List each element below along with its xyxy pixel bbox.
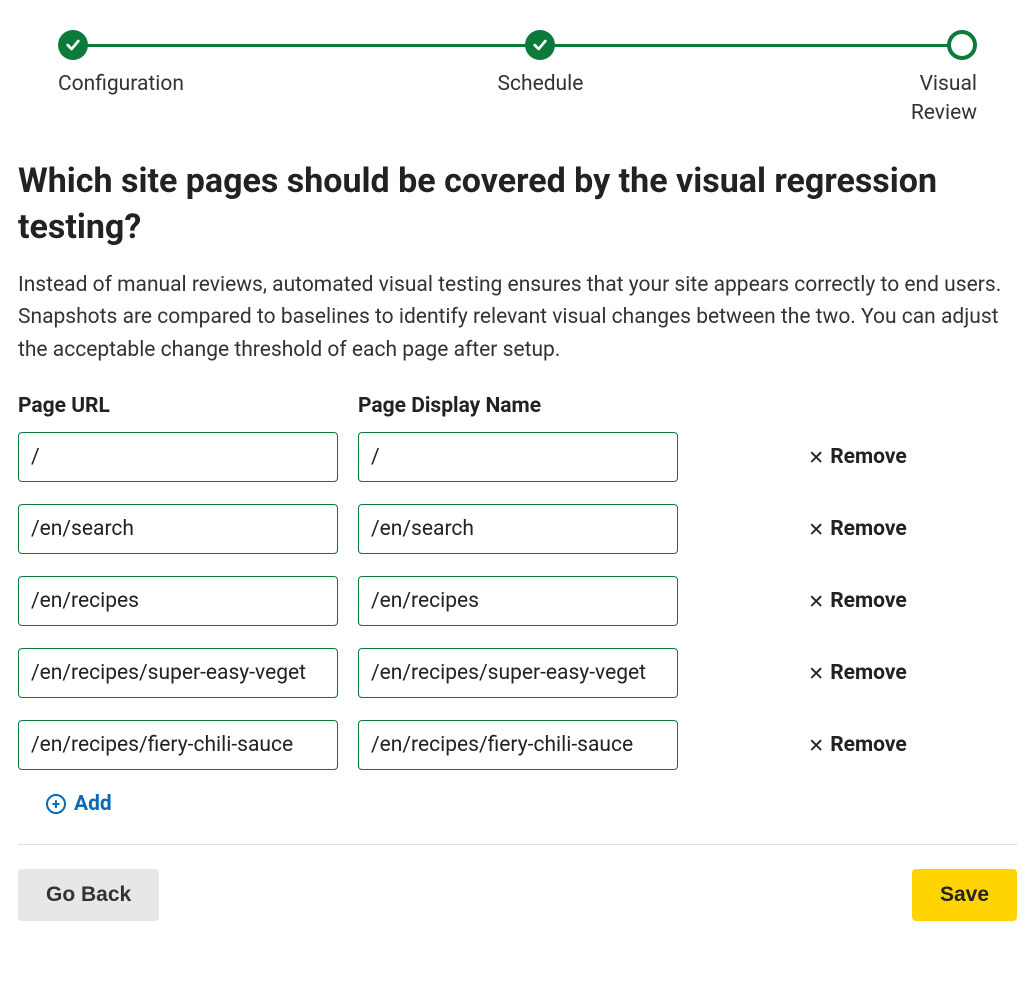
page-name-input[interactable] (358, 648, 678, 698)
page-url-input[interactable] (18, 432, 338, 482)
col-header-url: Page URL (18, 394, 338, 418)
page-url-input[interactable] (18, 648, 338, 698)
page-name-input[interactable] (358, 504, 678, 554)
add-row-container: + Add (46, 792, 1017, 816)
step-schedule: Schedule (498, 30, 584, 129)
plus-icon: + (46, 794, 66, 814)
divider (18, 844, 1017, 845)
page-name-input[interactable] (358, 576, 678, 626)
close-icon: ✕ (808, 664, 824, 683)
remove-label: Remove (830, 733, 907, 757)
remove-label: Remove (830, 661, 907, 685)
step-label: Configuration (58, 70, 184, 99)
remove-label: Remove (830, 589, 907, 613)
check-icon (525, 30, 555, 60)
page-url-input[interactable] (18, 720, 338, 770)
stepper-nodes: Configuration Schedule Visual Review (58, 30, 977, 129)
footer-actions: Go Back Save (18, 869, 1017, 921)
table-row: ✕ Remove (18, 432, 1017, 482)
page-name-input[interactable] (358, 720, 678, 770)
page-rows: ✕ Remove ✕ Remove ✕ Remove ✕ (18, 432, 1017, 770)
step-label: Schedule (498, 70, 584, 99)
col-header-name: Page Display Name (358, 394, 678, 418)
remove-button[interactable]: ✕ Remove (698, 661, 1017, 685)
remove-button[interactable]: ✕ Remove (698, 733, 1017, 757)
page-description: Instead of manual reviews, automated vis… (18, 269, 1017, 367)
table-row: ✕ Remove (18, 576, 1017, 626)
step-configuration: Configuration (58, 30, 184, 129)
remove-label: Remove (830, 445, 907, 469)
save-button[interactable]: Save (912, 869, 1017, 921)
close-icon: ✕ (808, 520, 824, 539)
close-icon: ✕ (808, 736, 824, 755)
step-label: Visual Review (911, 70, 977, 129)
check-icon (58, 30, 88, 60)
remove-button[interactable]: ✕ Remove (698, 517, 1017, 541)
page-url-input[interactable] (18, 504, 338, 554)
add-label: Add (74, 792, 112, 816)
page-title: Which site pages should be covered by th… (18, 159, 1017, 251)
remove-label: Remove (830, 517, 907, 541)
remove-button[interactable]: ✕ Remove (698, 589, 1017, 613)
table-row: ✕ Remove (18, 720, 1017, 770)
page-url-input[interactable] (18, 576, 338, 626)
add-button[interactable]: + Add (46, 792, 112, 816)
current-step-icon (947, 30, 977, 60)
remove-button[interactable]: ✕ Remove (698, 445, 1017, 469)
table-header: Page URL Page Display Name (18, 394, 1017, 418)
stepper: Configuration Schedule Visual Review (58, 30, 977, 129)
table-row: ✕ Remove (18, 504, 1017, 554)
close-icon: ✕ (808, 592, 824, 611)
step-visual-review: Visual Review (897, 30, 977, 129)
table-row: ✕ Remove (18, 648, 1017, 698)
go-back-button[interactable]: Go Back (18, 869, 159, 921)
page-container: Configuration Schedule Visual Review Whi… (0, 0, 1035, 951)
close-icon: ✕ (808, 448, 824, 467)
page-name-input[interactable] (358, 432, 678, 482)
